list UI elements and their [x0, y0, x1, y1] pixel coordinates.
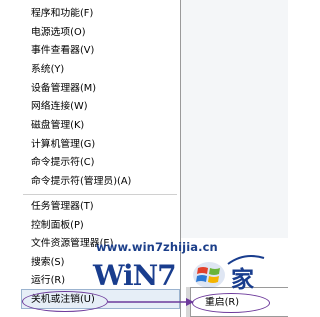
annotation-arrow-icon [108, 298, 194, 306]
screenshot-stage: 程序和功能(F) 电源选项(O) 事件查看器(V) 系统(Y) 设备管理器(M)… [0, 0, 288, 317]
